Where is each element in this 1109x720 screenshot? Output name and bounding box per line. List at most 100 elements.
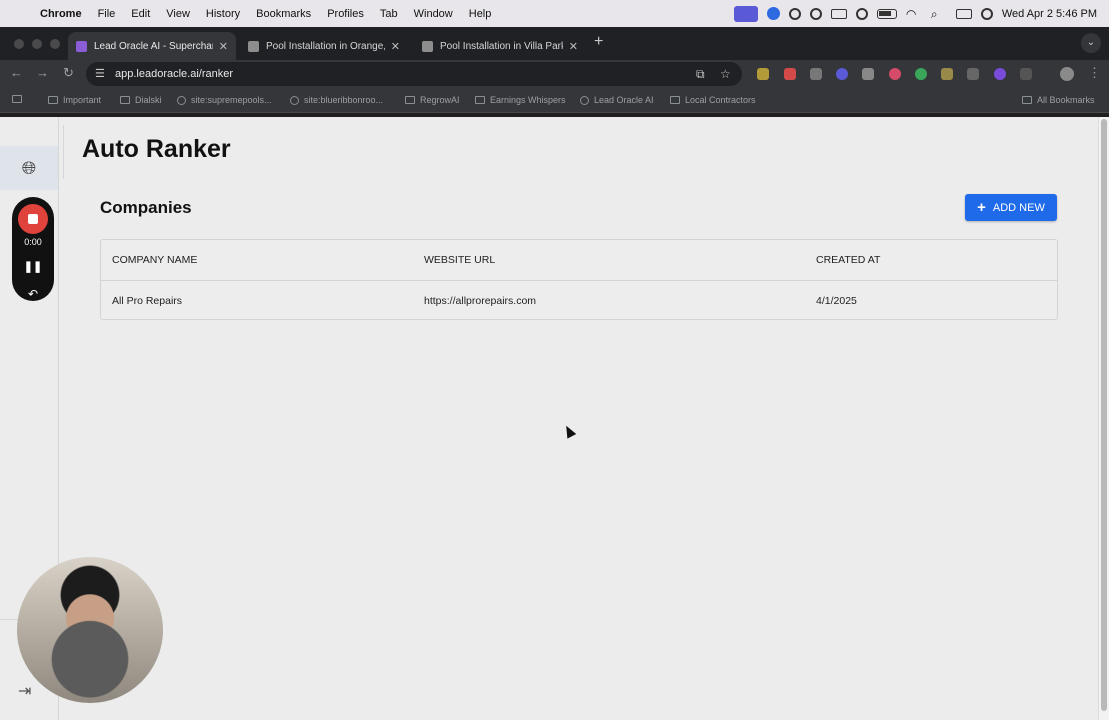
wifi-icon[interactable]: ◠ [906,8,922,20]
column-header-created-at[interactable]: CREATED AT [816,240,880,280]
menu-app-name[interactable]: Chrome [40,8,90,20]
back-icon[interactable]: ← [10,65,23,80]
bookmark-star-icon[interactable]: ☆ [720,67,731,81]
cube-icon [422,40,433,52]
restart-icon[interactable]: ↶ [12,287,54,301]
bookmark-folder-dialski[interactable]: Dialski [120,95,162,105]
bookmark-earnings-whispers[interactable]: Earnings Whispers [475,95,566,105]
menu-edit[interactable]: Edit [123,8,158,20]
menu-profiles[interactable]: Profiles [319,8,372,20]
pause-icon[interactable]: ❚❚ [12,260,54,273]
bookmark-folder-local-contractors[interactable]: Local Contractors [670,95,756,105]
bookmark-blueribbon[interactable]: site:blueribbonroo... [290,95,383,105]
extension-green-icon[interactable] [915,68,927,80]
companies-table: COMPANY NAME WEBSITE URL CREATED AT All … [100,239,1058,320]
spotlight-search-icon[interactable]: ⌕ [931,8,947,20]
extension-forward-icon[interactable] [889,68,901,80]
tab-title: Pool Installation in Villa Park, [440,40,563,52]
bookmark-folder-important[interactable]: Important [48,95,101,105]
extension-blue-icon[interactable] [836,68,848,80]
cube-icon [248,40,259,52]
address-bar[interactable]: ☰ app.leadoracle.ai/ranker ⧉ ☆ [86,62,742,86]
mouse-cursor-icon [561,423,577,439]
column-header-website-url[interactable]: WEBSITE URL [424,240,495,280]
close-window-icon[interactable] [14,39,24,49]
install-app-icon[interactable]: ⧉ [696,67,705,82]
logout-icon[interactable]: ⇥ [18,681,31,701]
sun-icon[interactable] [788,7,801,20]
google-icon [290,95,299,105]
extension-grid-icon[interactable] [810,68,822,80]
tab-title: Lead Oracle AI - Supercharge [94,40,213,52]
menu-history[interactable]: History [198,8,248,20]
globe-icon: 🌐︎ [21,157,37,178]
menu-bar-status-area: ◠ ⌕ Wed Apr 2 5:46 PM [733,0,1097,27]
profile-avatar[interactable] [1060,67,1074,81]
reload-icon[interactable]: ↻ [63,65,74,81]
recording-controls: 0:00 ❚❚ ↶ [12,197,54,301]
cloud-sync-icon[interactable] [809,7,822,20]
folder-icon [120,96,130,104]
minimize-window-icon[interactable] [32,39,42,49]
tab-lead-oracle[interactable]: Lead Oracle AI - Supercharge ✕ [68,32,236,60]
folder-icon [405,96,415,104]
tab-pool-orange[interactable]: Pool Installation in Orange, C ✕ [240,32,408,60]
menu-window[interactable]: Window [406,8,461,20]
scrollbar-thumb[interactable] [1101,119,1107,711]
bookmark-folder-regrowai[interactable]: RegrowAI [405,95,460,105]
sidebar-item-ranker[interactable]: 🌐︎ [0,146,58,190]
tab-title: Pool Installation in Orange, C [266,40,385,52]
bookmark-lead-oracle[interactable]: Lead Oracle AI [580,95,654,105]
fullscreen-window-icon[interactable] [50,39,60,49]
new-tab-icon[interactable]: + [594,33,603,51]
menu-bookmarks[interactable]: Bookmarks [248,8,319,20]
screen-recording-icon[interactable] [733,5,758,22]
menu-bar-clock[interactable]: Wed Apr 2 5:46 PM [1002,8,1097,20]
extension-flask-icon[interactable] [757,68,769,80]
table-header: COMPANY NAME WEBSITE URL CREATED AT [101,240,1057,281]
macos-menu-bar: Chrome File Edit View History Bookmarks … [0,0,1109,27]
tab-search-icon[interactable]: ⌄ [1081,33,1101,53]
battery-icon[interactable] [876,8,897,19]
zoom-icon[interactable] [766,7,780,20]
browser-toolbar: ← → ↻ ☰ app.leadoracle.ai/ranker ⧉ ☆ ⋮ [0,60,1109,89]
menu-tab[interactable]: Tab [372,8,406,20]
column-header-company-name[interactable]: COMPANY NAME [112,240,197,280]
cell-website-url: https://allprorepairs.com [424,294,537,307]
bookmark-supremepools[interactable]: site:supremepools... [177,95,272,105]
close-tab-icon[interactable]: ✕ [391,40,400,53]
menu-file[interactable]: File [90,8,124,20]
menu-view[interactable]: View [158,8,198,20]
close-tab-icon[interactable]: ✕ [569,40,578,53]
cell-company-name: All Pro Repairs [112,294,183,307]
extension-broom-icon[interactable] [941,68,953,80]
add-new-button[interactable]: + ADD NEW [965,194,1057,221]
siri-icon[interactable] [980,7,993,20]
all-bookmarks-folder[interactable]: All Bookmarks [1022,95,1095,105]
apps-grid-icon[interactable] [12,95,27,103]
cell-created-at: 4/1/2025 [816,294,857,307]
address-url[interactable]: app.leadoracle.ai/ranker [115,68,233,80]
tab-pool-villa-park[interactable]: Pool Installation in Villa Park, ✕ [414,32,586,60]
window-controls [14,39,60,49]
table-row[interactable]: All Pro Repairs https://allprorepairs.co… [101,281,1057,320]
site-info-icon[interactable]: ☰ [95,67,105,80]
more-menu-icon[interactable]: ⋮ [1088,65,1101,81]
extensions-puzzle-icon[interactable] [1020,68,1032,80]
page-scrollbar[interactable] [1098,117,1109,720]
play-icon[interactable] [855,7,868,20]
stop-recording-button[interactable] [18,204,48,234]
forward-icon[interactable]: → [36,65,49,80]
keyboard-icon[interactable] [830,8,847,19]
menu-help[interactable]: Help [461,8,500,20]
close-tab-icon[interactable]: ✕ [219,40,228,53]
extension-mail-icon[interactable] [862,68,874,80]
extension-purple-icon[interactable] [994,68,1006,80]
bookmarks-bar: Important Dialski site:supremepools... s… [0,89,1109,113]
extension-copy-icon[interactable] [967,68,979,80]
recording-timer: 0:00 [24,237,42,247]
webcam-bubble[interactable] [17,557,163,703]
control-center-icon[interactable] [955,8,972,19]
plus-icon: + [977,199,986,216]
extension-red-icon[interactable] [784,68,796,80]
